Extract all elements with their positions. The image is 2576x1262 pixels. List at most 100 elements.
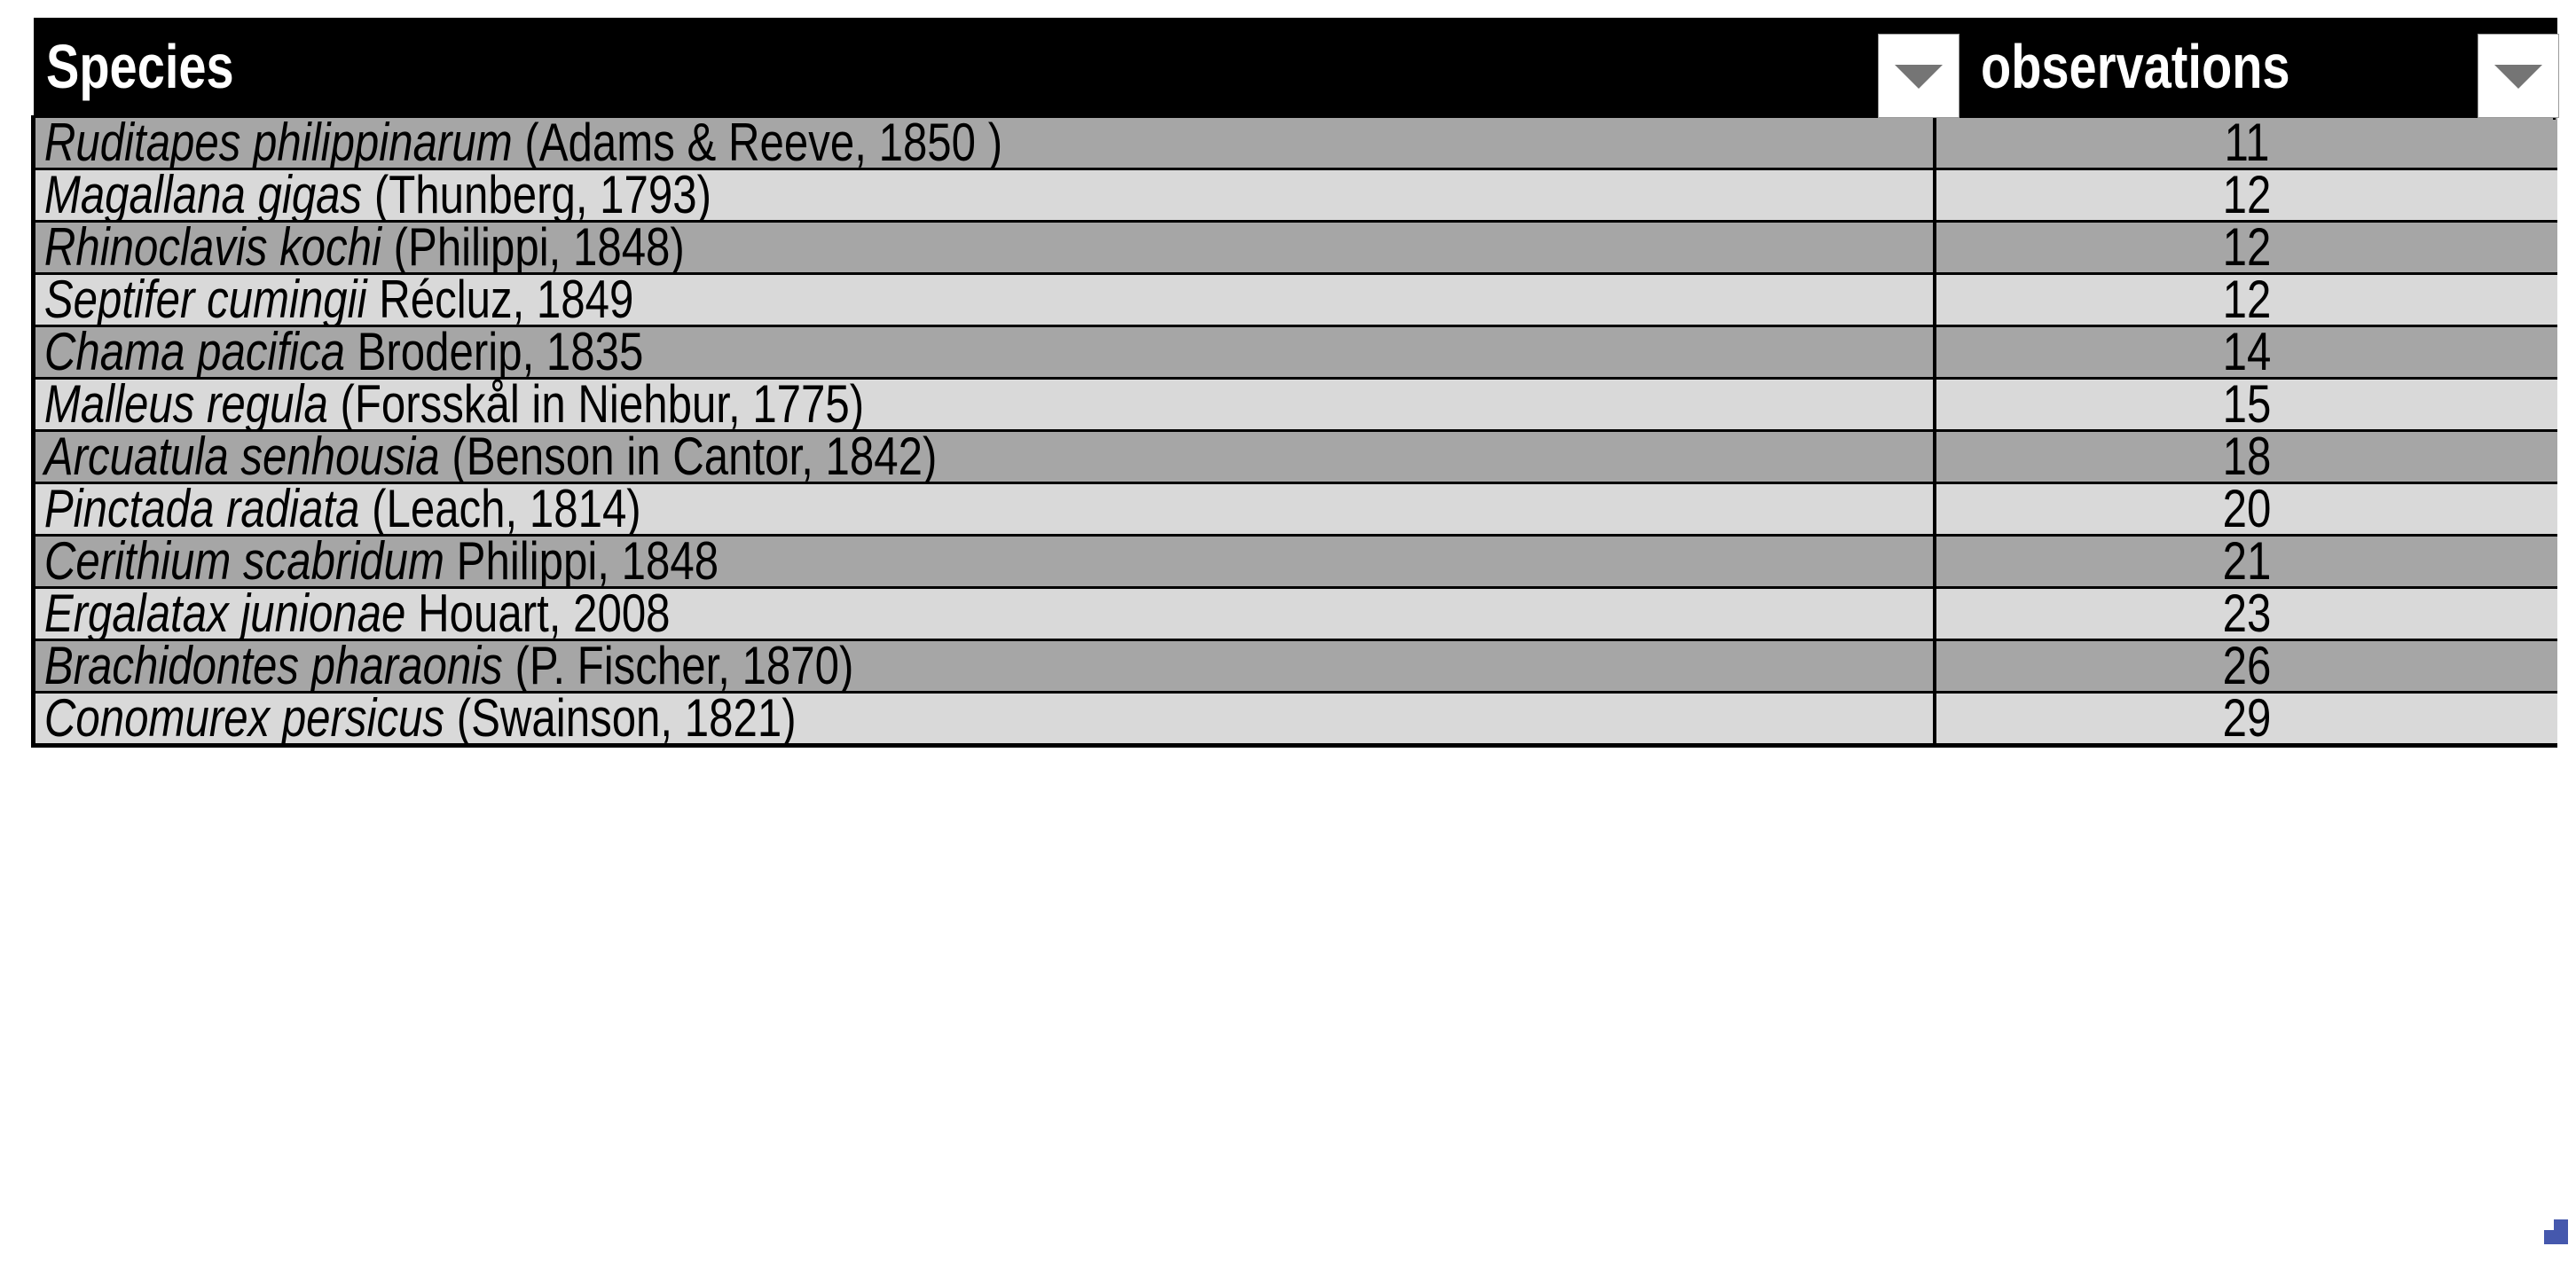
table-row[interactable]: Cerithium scabridum Philippi, 1848 21 [31,534,2557,588]
species-cell-content: Conomurex persicus (Swainson, 1821) [38,692,1591,746]
cell-observations[interactable]: 21 [1934,534,2557,588]
scientific-name: Chama pacifica [43,325,345,379]
taxon-authority: (Benson in Cantor, 1842) [452,430,938,483]
cell-observations[interactable]: 12 [1934,220,2557,274]
cell-species[interactable]: Rhinoclavis kochi (Philippi, 1848) [31,220,1936,274]
cell-observations[interactable]: 23 [1934,586,2557,640]
table-row[interactable]: Rhinoclavis kochi (Philippi, 1848) 12 [31,220,2557,274]
species-cell-content: Ruditapes philippinarum (Adams & Reeve, … [38,116,1591,169]
scientific-name: Ergalatax junionae [43,587,406,640]
fill-handle[interactable] [2544,1219,2568,1244]
taxon-authority: (Adams & Reeve, 1850 ) [524,116,1003,169]
cell-species[interactable]: Chama pacifica Broderip, 1835 [31,325,1936,379]
species-observations-table: Species observations Ruditapes philippin… [31,18,2568,1244]
table-row[interactable]: Magallana gigas (Thunberg, 1793) 12 [31,168,2557,222]
species-cell-content: Magallana gigas (Thunberg, 1793) [38,169,1591,222]
observations-value: 14 [2222,325,2271,379]
cell-observations[interactable]: 15 [1934,377,2557,431]
scientific-name: Pinctada radiata [43,482,360,536]
observations-value: 12 [2222,273,2271,326]
scientific-name: Brachidontes pharaonis [43,639,503,693]
fill-handle-horizontal-arm [2544,1230,2568,1244]
species-cell-content: Rhinoclavis kochi (Philippi, 1848) [38,221,1591,274]
cell-species[interactable]: Cerithium scabridum Philippi, 1848 [31,534,1936,588]
table-header: Species observations [33,18,2557,117]
cell-species[interactable]: Ergalatax junionae Houart, 2008 [31,586,1936,640]
table-body: Ruditapes philippinarum (Adams & Reeve, … [31,115,2557,748]
scientific-name: Arcuatula senhousia [43,430,440,483]
cell-species[interactable]: Septifer cumingii Récluz, 1849 [31,272,1936,326]
column-header-observations-label: observations [1980,32,2290,101]
column-header-species[interactable]: Species [33,18,1935,117]
table-row[interactable]: Conomurex persicus (Swainson, 1821) 29 [31,691,2557,748]
cell-observations[interactable]: 11 [1934,115,2557,169]
cell-observations[interactable]: 12 [1934,272,2557,326]
taxon-authority: (Philippi, 1848) [393,221,685,274]
cell-species[interactable]: Malleus regula (Forsskål in Niehbur, 177… [31,377,1936,431]
table-row[interactable]: Chama pacifica Broderip, 1835 14 [31,325,2557,379]
cell-species[interactable]: Pinctada radiata (Leach, 1814) [31,482,1936,536]
chevron-down-icon [1895,65,1943,89]
cell-species[interactable]: Arcuatula senhousia (Benson in Cantor, 1… [31,429,1936,483]
scientific-name: Malleus regula [43,378,328,431]
species-cell-content: Arcuatula senhousia (Benson in Cantor, 1… [38,430,1591,483]
species-cell-content: Brachidontes pharaonis (P. Fischer, 1870… [38,639,1591,693]
cell-observations[interactable]: 20 [1934,482,2557,536]
scientific-name: Cerithium scabridum [43,535,444,588]
header-row: Species observations [33,18,2557,117]
scientific-name: Magallana gigas [43,169,363,222]
column-header-species-inner: Species [34,18,1935,115]
table-row[interactable]: Septifer cumingii Récluz, 1849 12 [31,272,2557,326]
cell-species[interactable]: Conomurex persicus (Swainson, 1821) [31,691,1936,748]
cell-species[interactable]: Magallana gigas (Thunberg, 1793) [31,168,1936,222]
taxon-authority: (P. Fischer, 1870) [514,639,854,693]
scientific-name: Conomurex persicus [43,692,445,746]
cell-species[interactable]: Ruditapes philippinarum (Adams & Reeve, … [31,115,1936,169]
observations-value: 20 [2222,482,2271,536]
cell-observations[interactable]: 14 [1934,325,2557,379]
taxon-authority: Broderip, 1835 [357,325,644,379]
observations-value: 26 [2222,639,2271,693]
species-cell-content: Septifer cumingii Récluz, 1849 [38,273,1591,326]
cell-observations[interactable]: 12 [1934,168,2557,222]
observations-value: 11 [2223,116,2270,169]
scientific-name: Rhinoclavis kochi [43,221,381,274]
observations-value: 18 [2222,430,2271,483]
taxon-authority: Récluz, 1849 [379,273,634,326]
species-cell-content: Pinctada radiata (Leach, 1814) [38,482,1591,536]
taxon-authority: (Forsskål in Niehbur, 1775) [340,378,865,431]
filter-button-observations[interactable] [2478,34,2559,118]
table-row[interactable]: Brachidontes pharaonis (P. Fischer, 1870… [31,639,2557,693]
cell-observations[interactable]: 29 [1934,691,2557,748]
taxon-authority: Philippi, 1848 [456,535,719,588]
spreadsheet-canvas: Species observations Ruditapes philippin… [0,0,2576,1262]
table-row[interactable]: Malleus regula (Forsskål in Niehbur, 177… [31,377,2557,431]
cell-species[interactable]: Brachidontes pharaonis (P. Fischer, 1870… [31,639,1936,693]
column-header-observations-inner: observations [1935,18,2557,115]
taxon-authority: (Thunberg, 1793) [373,169,711,222]
species-cell-content: Cerithium scabridum Philippi, 1848 [38,535,1591,588]
species-cell-content: Malleus regula (Forsskål in Niehbur, 177… [38,378,1591,431]
table-row[interactable]: Ruditapes philippinarum (Adams & Reeve, … [31,115,2557,169]
observations-value: 12 [2222,169,2271,222]
scientific-name: Ruditapes philippinarum [43,116,513,169]
scientific-name: Septifer cumingii [43,273,367,326]
observations-value: 23 [2222,587,2271,640]
column-header-species-label: Species [45,32,234,101]
observations-value: 21 [2222,535,2271,588]
data-grid: Species observations Ruditapes philippin… [31,18,2557,748]
species-cell-content: Ergalatax junionae Houart, 2008 [38,587,1591,640]
cell-observations[interactable]: 18 [1934,429,2557,483]
table-row[interactable]: Ergalatax junionae Houart, 2008 23 [31,586,2557,640]
observations-value: 15 [2222,378,2271,431]
species-cell-content: Chama pacifica Broderip, 1835 [38,325,1591,379]
filter-button-species[interactable] [1878,34,1959,118]
cell-observations[interactable]: 26 [1934,639,2557,693]
table-row[interactable]: Pinctada radiata (Leach, 1814) 20 [31,482,2557,536]
observations-value: 29 [2222,692,2271,746]
column-header-observations[interactable]: observations [1934,18,2557,117]
observations-value: 12 [2222,221,2271,274]
table-row[interactable]: Arcuatula senhousia (Benson in Cantor, 1… [31,429,2557,483]
taxon-authority: (Swainson, 1821) [456,692,797,746]
chevron-down-icon [2494,65,2542,89]
